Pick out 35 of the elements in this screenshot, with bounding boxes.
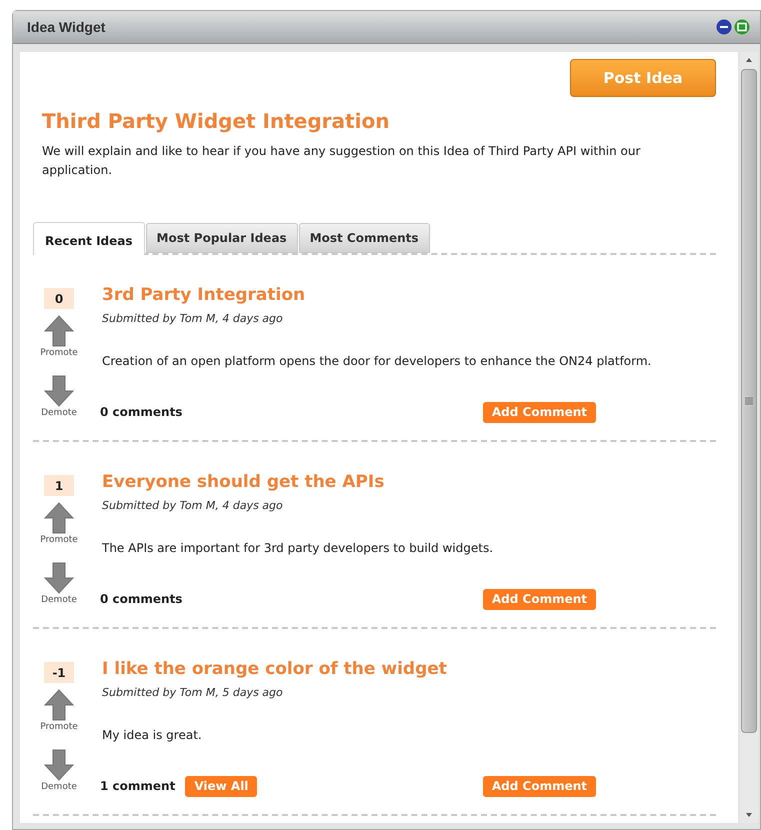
up-arrow-icon[interactable] [44, 689, 74, 721]
comment-count: 0 comments [100, 404, 182, 421]
idea-description: My idea is great. [102, 726, 203, 744]
scroll-thumb[interactable] [741, 69, 757, 733]
idea-description: The APIs are important for 3rd party developers to build widgets. [102, 540, 494, 556]
promote-label[interactable]: Promote [40, 347, 78, 359]
comment-count: 1 comment [100, 778, 176, 795]
promote-label[interactable]: Promote [40, 721, 78, 733]
window-title: Idea Widget [27, 18, 106, 37]
up-arrow-icon[interactable] [44, 315, 74, 347]
vote-count: 1 [44, 475, 74, 496]
grip-icon [745, 397, 753, 405]
page-heading: Third Party Widget Integration [42, 108, 390, 135]
description: We will explain and like to hear if you have any suggestion on this Idea of Third Party API within our application. [42, 143, 642, 179]
idea-description: Creation of an open platform opens the door for developers to enhance the ON24 platform. [102, 352, 652, 370]
tab[interactable]: Most Popular Ideas [146, 223, 298, 253]
down-arrow-icon[interactable] [44, 375, 74, 407]
down-arrow-icon[interactable] [44, 562, 74, 594]
scrollbar[interactable] [740, 52, 758, 823]
submitted-by: Submitted by Tom M, 5 days ago [102, 685, 284, 701]
promote-label[interactable]: Promote [40, 534, 78, 546]
vote-count: 0 [44, 288, 74, 309]
tab[interactable]: Most Comments [298, 223, 430, 253]
down-arrow-icon[interactable] [44, 749, 74, 781]
minimize-icon[interactable] [716, 19, 732, 35]
comment-count: 0 comments [100, 591, 182, 608]
submitted-by: Submitted by Tom M, 4 days ago [102, 498, 284, 514]
submitted-by: Submitted by Tom M, 4 days ago [102, 311, 284, 327]
vote-count: -1 [44, 662, 74, 683]
demote-label[interactable]: Demote [41, 781, 77, 793]
demote-label[interactable]: Demote [41, 594, 77, 606]
maximize-icon[interactable] [734, 19, 750, 35]
up-arrow-icon[interactable] [44, 502, 74, 534]
demote-label[interactable]: Demote [41, 407, 77, 419]
tab[interactable]: Recent Ideas [33, 222, 145, 255]
